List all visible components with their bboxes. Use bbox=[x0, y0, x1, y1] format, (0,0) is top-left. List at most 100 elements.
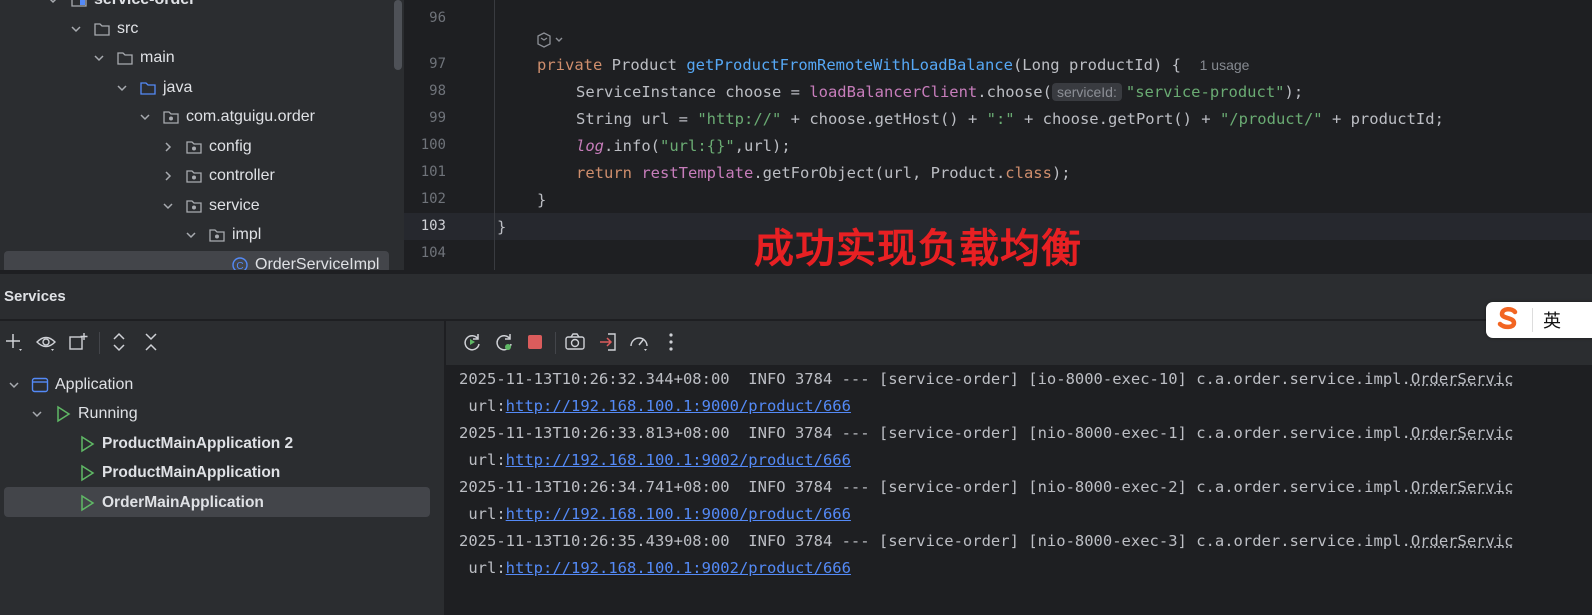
tree-item-label: config bbox=[209, 138, 252, 156]
eye-icon[interactable] bbox=[34, 330, 58, 354]
new-group-icon[interactable] bbox=[66, 330, 90, 354]
line-number: 102 bbox=[421, 191, 446, 207]
chevron-down-icon[interactable] bbox=[184, 228, 198, 242]
tree-item-label: com.atguigu.order bbox=[186, 108, 315, 126]
service-node-product-main-application[interactable]: ProductMainApplication bbox=[78, 459, 280, 487]
run-icon bbox=[78, 464, 96, 482]
application-icon bbox=[31, 376, 49, 394]
stop-icon[interactable] bbox=[523, 330, 547, 354]
chevron-down-icon[interactable] bbox=[138, 110, 152, 124]
log-line: 2025-11-13T10:26:33.813+08:00 INFO 3784 … bbox=[459, 424, 1514, 442]
chevron-down-icon[interactable] bbox=[7, 378, 21, 392]
rerun-icon[interactable] bbox=[460, 330, 484, 354]
folder-icon bbox=[93, 20, 111, 38]
add-service-button[interactable] bbox=[2, 330, 26, 354]
line-number: 97 bbox=[429, 56, 446, 72]
code-line-102: } bbox=[537, 191, 546, 209]
run-icon bbox=[54, 405, 72, 423]
tree-item-config[interactable]: config bbox=[161, 133, 252, 161]
tree-item-service-order[interactable]: service-order bbox=[46, 0, 195, 14]
service-node-label: ProductMainApplication bbox=[102, 464, 280, 482]
tree-item-java[interactable]: java bbox=[115, 74, 192, 102]
tree-item-label: java bbox=[163, 79, 192, 97]
more-options-icon[interactable] bbox=[659, 330, 683, 354]
run-icon bbox=[78, 494, 96, 512]
input-method-widget[interactable]: 英 bbox=[1486, 302, 1592, 338]
tree-item-label: main bbox=[140, 49, 175, 67]
code-line-103: } bbox=[497, 218, 506, 236]
log-url-link[interactable]: http://192.168.100.1:9002/product/666 bbox=[506, 559, 851, 577]
rerun-debug-icon[interactable] bbox=[492, 330, 516, 354]
chevron-down-icon[interactable] bbox=[46, 0, 60, 7]
tree-item-src[interactable]: src bbox=[69, 15, 138, 43]
chevron-down-icon[interactable] bbox=[115, 81, 129, 95]
tree-item-impl[interactable]: impl bbox=[184, 221, 261, 249]
tree-item-main[interactable]: main bbox=[92, 44, 175, 72]
service-node-order-main-application[interactable]: OrderMainApplication bbox=[78, 489, 264, 517]
camera-icon[interactable] bbox=[563, 330, 587, 354]
console-panel: 2025-11-13T10:26:32.344+08:00 INFO 3784 … bbox=[446, 321, 1592, 615]
tree-item-service[interactable]: service bbox=[161, 192, 260, 220]
code-line-98: ServiceInstance choose = loadBalancerCli… bbox=[576, 83, 1303, 101]
collapse-all-icon[interactable] bbox=[139, 330, 163, 354]
usage-hint[interactable]: 1 usage bbox=[1200, 57, 1250, 73]
log-line: url:http://192.168.100.1:9002/product/66… bbox=[459, 451, 851, 469]
service-node-label: Application bbox=[55, 376, 133, 394]
tree-item-label: src bbox=[117, 20, 138, 38]
line-number: 101 bbox=[421, 164, 446, 180]
chevron-down-icon[interactable] bbox=[161, 199, 175, 213]
ime-language-label: 英 bbox=[1543, 307, 1561, 333]
chevron-right-icon[interactable] bbox=[161, 169, 175, 183]
service-node-running[interactable]: Running bbox=[30, 400, 138, 428]
log-url-link[interactable]: http://192.168.100.1:9000/product/666 bbox=[506, 397, 851, 415]
profiler-gauge-icon[interactable] bbox=[627, 330, 651, 354]
log-url-link[interactable]: http://192.168.100.1:9002/product/666 bbox=[506, 451, 851, 469]
ime-divider bbox=[1532, 308, 1533, 332]
log-line: 2025-11-13T10:26:32.344+08:00 INFO 3784 … bbox=[459, 370, 1514, 388]
module-folder-icon bbox=[70, 0, 88, 9]
tree-item-com-atguigu-order[interactable]: com.atguigu.order bbox=[138, 103, 315, 131]
log-line: url:http://192.168.100.1:9000/product/66… bbox=[459, 505, 851, 523]
line-number: 104 bbox=[421, 245, 446, 261]
line-number: 103 bbox=[421, 218, 446, 234]
service-node-application[interactable]: Application bbox=[7, 371, 133, 399]
line-number: 98 bbox=[429, 83, 446, 99]
code-line-99: String url = "http://" + choose.getHost(… bbox=[576, 110, 1444, 128]
code-editor[interactable]: 96 97 98 99 100 101 102 103 104 private … bbox=[404, 0, 1592, 270]
tree-item-label: impl bbox=[232, 226, 261, 244]
chevron-down-icon[interactable] bbox=[30, 407, 44, 421]
svg-text:C: C bbox=[236, 261, 243, 270]
code-line-101: return restTemplate.getForObject(url, Pr… bbox=[576, 164, 1071, 182]
log-line: url:http://192.168.100.1:9002/product/66… bbox=[459, 559, 851, 577]
tree-scrollbar[interactable] bbox=[394, 0, 402, 70]
package-icon bbox=[208, 226, 226, 244]
class-icon: C bbox=[231, 256, 249, 270]
expand-all-icon[interactable] bbox=[107, 330, 131, 354]
toolbar-separator bbox=[555, 332, 556, 354]
log-url-link[interactable]: http://192.168.100.1:9000/product/666 bbox=[506, 505, 851, 523]
source-folder-icon bbox=[139, 79, 157, 97]
console-toolbar bbox=[446, 321, 1592, 365]
tree-item-label: service bbox=[209, 197, 260, 215]
service-node-product-main-application-2[interactable]: ProductMainApplication 2 bbox=[78, 430, 293, 458]
log-line: url:http://192.168.100.1:9000/product/66… bbox=[459, 397, 851, 415]
folder-icon bbox=[116, 49, 134, 67]
login-icon[interactable] bbox=[596, 330, 620, 354]
code-line-100: log.info("url:{}",url); bbox=[576, 137, 791, 155]
tree-item-label: service-order bbox=[94, 0, 195, 9]
chevron-right-icon[interactable] bbox=[161, 140, 175, 154]
package-icon bbox=[185, 167, 203, 185]
log-line: 2025-11-13T10:26:34.741+08:00 INFO 3784 … bbox=[459, 478, 1514, 496]
chevron-down-icon[interactable] bbox=[92, 51, 106, 65]
log-line: 2025-11-13T10:26:35.439+08:00 INFO 3784 … bbox=[459, 532, 1514, 550]
service-node-label: ProductMainApplication 2 bbox=[102, 435, 293, 453]
tree-item-controller[interactable]: controller bbox=[161, 162, 275, 190]
chevron-down-icon[interactable] bbox=[69, 22, 83, 36]
ai-assistant-icon[interactable] bbox=[534, 30, 568, 55]
gutter-divider bbox=[494, 0, 495, 270]
package-icon bbox=[162, 108, 180, 126]
project-tree: service-order src main java com.atguigu.… bbox=[0, 0, 404, 270]
line-number-gutter: 96 97 98 99 100 101 102 103 104 bbox=[404, 0, 494, 270]
package-icon bbox=[185, 197, 203, 215]
tree-item-order-service-impl[interactable]: C OrderServiceImpl bbox=[231, 251, 379, 270]
